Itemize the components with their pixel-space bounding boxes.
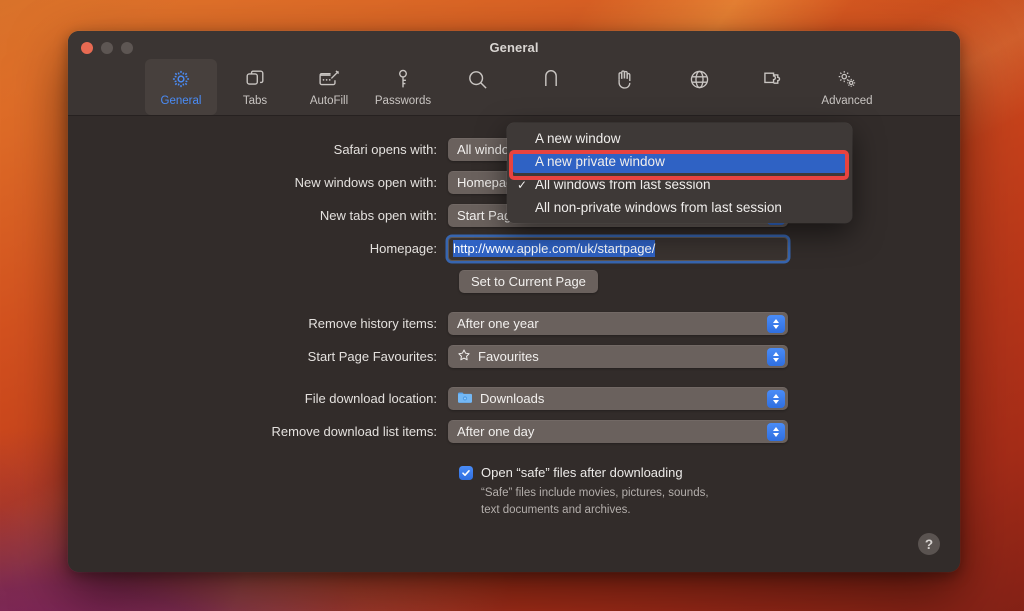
label-homepage: Homepage:: [369, 241, 437, 256]
autofill-icon: [317, 66, 341, 92]
value-remove-download-list-items: After one day: [457, 424, 535, 439]
tab-websites[interactable]: [663, 59, 735, 115]
tab-security[interactable]: [515, 59, 587, 115]
tab-privacy[interactable]: [589, 59, 661, 115]
window-titlebar: General General Tabs AutoFill Passwords …: [68, 31, 960, 116]
tab-passwords[interactable]: Passwords: [367, 59, 439, 115]
row-file-download-location: File download location: Downloads: [68, 387, 960, 410]
value-start-page-favourites: Favourites: [478, 349, 539, 364]
select-start-page-favourites[interactable]: Favourites: [448, 345, 788, 368]
checkbox-open-safe-files[interactable]: [459, 465, 473, 480]
menu-item-a-new-window[interactable]: A new window: [507, 127, 852, 150]
lock-icon: [541, 66, 561, 92]
row-set-current-page: Set to Current Page: [68, 270, 960, 293]
tab-passwords-label: Passwords: [374, 95, 432, 107]
menu-item-all-non-private-windows-label: All non-private windows from last sessio…: [535, 200, 782, 215]
homepage-value: http://www.apple.com/uk/startpage/: [453, 240, 656, 257]
tab-tabs[interactable]: Tabs: [219, 59, 291, 115]
set-to-current-page-button[interactable]: Set to Current Page: [459, 270, 598, 293]
menu-item-a-new-window-label: A new window: [535, 131, 621, 146]
tab-autofill[interactable]: AutoFill: [293, 59, 365, 115]
stepper-file-download-location[interactable]: [767, 389, 785, 408]
key-icon: [393, 66, 413, 92]
select-remove-download-list-items[interactable]: After one day: [448, 420, 788, 443]
menu-item-all-non-private-windows-from-last-session[interactable]: All non-private windows from last sessio…: [507, 196, 852, 219]
stepper-remove-download-list-items[interactable]: [767, 422, 785, 441]
row-start-page-favourites: Start Page Favourites: Favourites: [68, 345, 960, 368]
tab-advanced[interactable]: Advanced: [811, 59, 883, 115]
label-safari-opens-with: Safari opens with:: [333, 142, 437, 157]
star-icon: [457, 348, 471, 365]
puzzle-icon: [761, 66, 785, 92]
tab-advanced-label: Advanced: [821, 95, 873, 107]
label-remove-history-items: Remove history items:: [308, 316, 437, 331]
value-remove-history-items: After one year: [457, 316, 539, 331]
tab-tabs-label: Tabs: [242, 95, 268, 107]
help-button[interactable]: ?: [918, 533, 940, 555]
safari-opens-with-dropdown-menu: A new window A new private window ✓ All …: [507, 123, 852, 223]
homepage-input[interactable]: http://www.apple.com/uk/startpage/: [448, 236, 788, 261]
checkmark-icon: ✓: [517, 177, 528, 192]
tab-search[interactable]: [441, 59, 513, 115]
window-title: General: [489, 40, 539, 55]
row-open-safe-files: Open “safe” files after downloading “Saf…: [68, 465, 960, 518]
gear-icon: [170, 66, 192, 92]
select-remove-history-items[interactable]: After one year: [448, 312, 788, 335]
preferences-toolbar: General Tabs AutoFill Passwords Advanced: [68, 59, 960, 115]
safari-preferences-window: General General Tabs AutoFill Passwords …: [68, 31, 960, 572]
row-homepage: Homepage: http://www.apple.com/uk/startp…: [68, 236, 960, 261]
select-file-download-location[interactable]: Downloads: [448, 387, 788, 410]
open-safe-files-help-text: “Safe” files include movies, pictures, s…: [481, 485, 709, 518]
row-remove-history-items: Remove history items: After one year: [68, 312, 960, 335]
label-file-download-location: File download location:: [304, 391, 437, 406]
stepper-start-page-favourites[interactable]: [767, 347, 785, 366]
tab-extensions[interactable]: [737, 59, 809, 115]
gears-icon: [835, 66, 859, 92]
tab-autofill-label: AutoFill: [309, 95, 349, 107]
search-icon: [466, 66, 489, 92]
hand-icon: [615, 66, 636, 92]
open-safe-files-checkbox-line[interactable]: Open “safe” files after downloading: [459, 465, 709, 480]
menu-item-a-new-private-window-label: A new private window: [535, 154, 665, 169]
menu-item-all-windows-from-last-session-label: All windows from last session: [535, 177, 711, 192]
help-line-1: “Safe” files include movies, pictures, s…: [481, 487, 709, 499]
menu-item-all-windows-from-last-session[interactable]: ✓ All windows from last session: [507, 173, 852, 196]
folder-icon: [457, 390, 473, 407]
menu-item-a-new-private-window[interactable]: A new private window: [512, 150, 847, 173]
label-new-tabs-open-with: New tabs open with:: [319, 208, 437, 223]
value-file-download-location: Downloads: [480, 391, 545, 406]
stepper-remove-history-items[interactable]: [767, 314, 785, 333]
help-line-2: text documents and archives.: [481, 503, 631, 516]
tab-general[interactable]: General: [145, 59, 217, 115]
globe-icon: [688, 66, 711, 92]
row-remove-download-list-items: Remove download list items: After one da…: [68, 420, 960, 443]
desktop-background: General General Tabs AutoFill Passwords …: [0, 0, 1024, 611]
label-open-safe-files: Open “safe” files after downloading: [481, 465, 683, 480]
tab-general-label: General: [160, 95, 202, 107]
label-start-page-favourites: Start Page Favourites:: [307, 349, 437, 364]
label-new-windows-open-with: New windows open with:: [294, 175, 437, 190]
tabs-icon: [244, 66, 266, 92]
label-remove-download-list-items: Remove download list items:: [271, 424, 437, 439]
